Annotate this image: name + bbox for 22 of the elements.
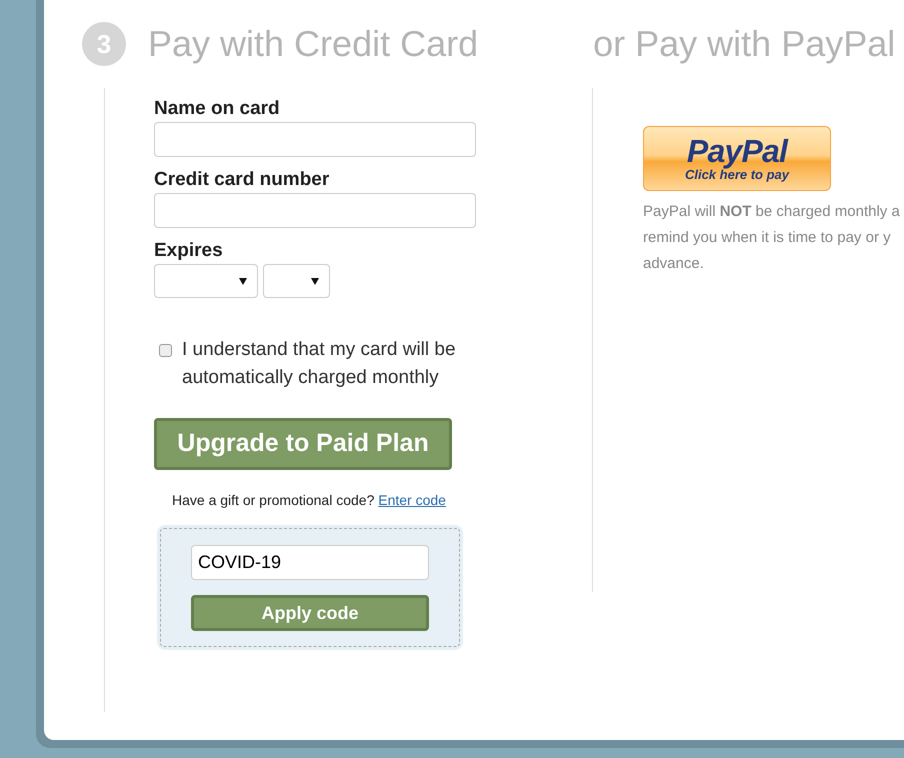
promo-code-field[interactable]: COVID-19 [191,545,429,580]
paypal-note: advance. [643,254,704,274]
field-label: Credit card number [154,168,330,192]
month-select[interactable] [154,264,258,298]
agree-checkbox[interactable] [159,344,172,357]
section-heading: or Pay with PayPal [593,22,896,66]
section-heading: Pay with Credit Card [148,22,478,66]
field-label: Name on card [154,97,281,121]
text-field[interactable] [154,122,476,157]
paypal-note: PayPal will NOT be charged monthly a [643,202,900,222]
year-select[interactable] [263,264,330,298]
enter-code-link[interactable]: Enter code [378,492,446,508]
paypal-button[interactable]: PayPal Click here to pay [643,126,831,191]
dropdown-icon [239,278,247,284]
upgrade-button[interactable]: Upgrade to Paid Plan [154,418,452,470]
dropdown-icon [311,278,319,284]
text-field[interactable] [154,193,476,228]
apply-code-button[interactable]: Apply code [191,595,429,631]
promo-prompt: Have a gift or promotional code? [172,492,374,508]
paypal-note: remind you when it is time to pay or y [643,228,891,248]
agreement-label: I understand that my card will be automatically charged monthly [182,338,457,390]
field-label: Expires [154,239,224,263]
